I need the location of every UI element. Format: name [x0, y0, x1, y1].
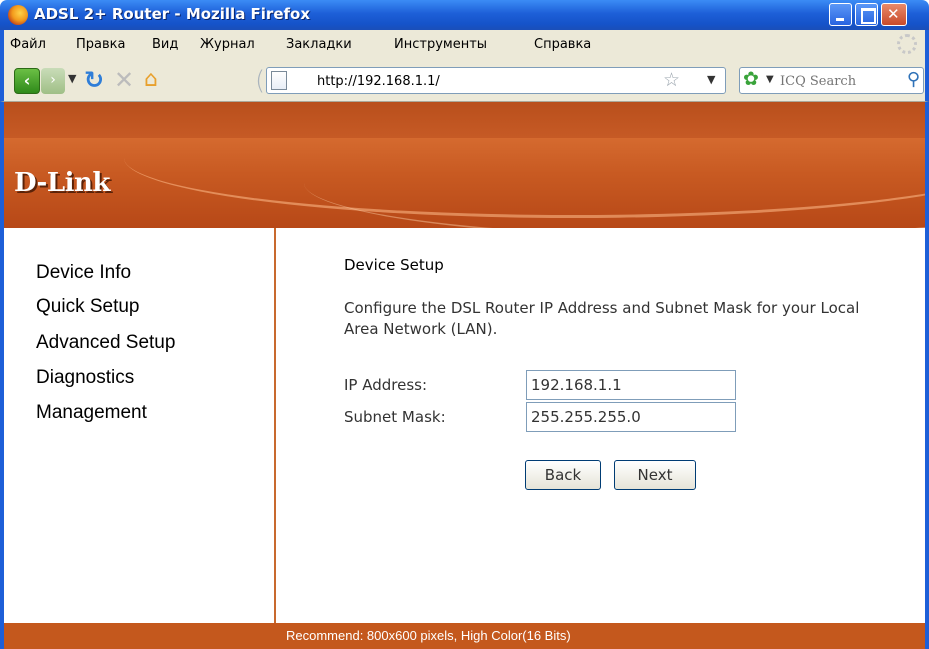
engine-dropdown-icon[interactable]: ▼	[766, 74, 774, 85]
stop-icon[interactable]: ✕	[114, 66, 134, 94]
next-button[interactable]: Next	[614, 460, 696, 490]
search-bar[interactable]: ✿ ▼ ⚲	[739, 67, 924, 94]
sidebar-item-management[interactable]: Management	[36, 402, 147, 424]
search-engine-icon[interactable]: ✿	[743, 68, 759, 90]
address-bar[interactable]: ( ☆ ▼	[255, 66, 726, 96]
window-titlebar: ADSL 2+ Router - Mozilla Firefox	[0, 0, 929, 30]
subnet-mask-label: Subnet Mask:	[344, 408, 446, 426]
url-input[interactable]	[317, 72, 637, 90]
navigation-toolbar: ‹ › ▼ ↻ ✕ ⌂ ( ☆ ▼ ✿ ▼ ⚲	[0, 58, 929, 102]
main-content: Device Setup Configure the DSL Router IP…	[278, 228, 925, 623]
menu-file[interactable]: Файл	[10, 37, 46, 52]
maximize-button[interactable]	[855, 3, 878, 26]
forward-icon[interactable]: ›	[41, 68, 65, 94]
search-input[interactable]	[780, 72, 890, 90]
footer-recommendation: Recommend: 800x600 pixels, High Color(16…	[286, 628, 571, 643]
menu-bar: Файл Правка Вид Журнал Закладки Инструме…	[0, 30, 929, 58]
footer: Recommend: 800x600 pixels, High Color(16…	[4, 623, 925, 649]
page-icon	[271, 71, 287, 90]
ip-address-field[interactable]	[526, 370, 736, 400]
menu-view[interactable]: Вид	[152, 37, 178, 52]
menu-edit[interactable]: Правка	[76, 37, 125, 52]
bookmark-star-icon[interactable]: ☆	[663, 69, 680, 91]
menu-bookmarks[interactable]: Закладки	[286, 37, 352, 52]
banner-swoosh	[304, 138, 925, 228]
reload-icon[interactable]: ↻	[84, 66, 104, 94]
url-dropdown-icon[interactable]: ▼	[707, 73, 715, 86]
page-viewport: D-Link Device Info Quick Setup Advanced …	[0, 102, 929, 649]
search-magnifier-icon[interactable]: ⚲	[907, 69, 920, 90]
menu-tools[interactable]: Инструменты	[394, 37, 487, 52]
sidebar: Device Info Quick Setup Advanced Setup D…	[4, 228, 276, 623]
history-dropdown-icon[interactable]: ▼	[68, 72, 76, 85]
sidebar-item-advanced-setup[interactable]: Advanced Setup	[36, 332, 175, 354]
minimize-button[interactable]	[829, 3, 852, 26]
sidebar-item-quick-setup[interactable]: Quick Setup	[36, 296, 140, 318]
window-title: ADSL 2+ Router - Mozilla Firefox	[34, 5, 311, 23]
ip-address-label: IP Address:	[344, 376, 428, 394]
page-title: Device Setup	[344, 256, 444, 274]
close-button[interactable]	[881, 3, 907, 26]
page-description: Configure the DSL Router IP Address and …	[344, 299, 860, 338]
sidebar-item-device-info[interactable]: Device Info	[36, 262, 131, 284]
firefox-icon	[8, 5, 28, 25]
sidebar-item-diagnostics[interactable]: Diagnostics	[36, 367, 134, 389]
address-bar-edge-icon: (	[255, 66, 266, 96]
menu-history[interactable]: Журнал	[200, 37, 255, 52]
throbber-icon	[897, 34, 917, 54]
back-icon[interactable]: ‹	[14, 68, 40, 94]
dlink-banner: D-Link	[4, 138, 925, 228]
back-button[interactable]: Back	[525, 460, 601, 490]
home-icon[interactable]: ⌂	[144, 67, 158, 92]
subnet-mask-field[interactable]	[526, 402, 736, 432]
banner-top-strip	[4, 102, 925, 138]
menu-help[interactable]: Справка	[534, 37, 591, 52]
dlink-logo: D-Link	[14, 168, 110, 198]
